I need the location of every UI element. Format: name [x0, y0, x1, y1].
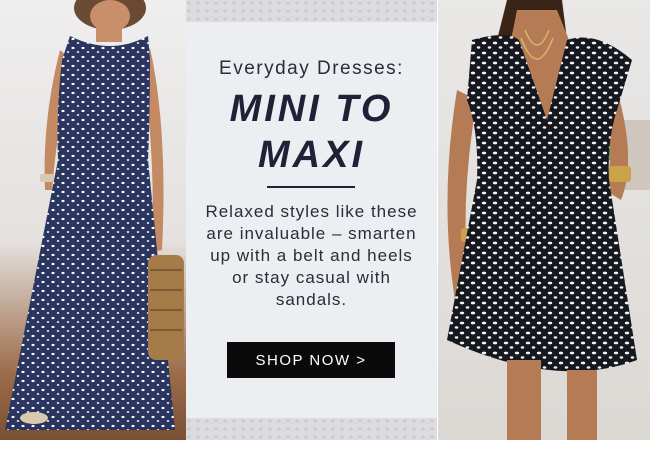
headline-line-1: MINI TO	[229, 88, 394, 130]
panel-edge	[437, 0, 438, 440]
maxi-dress-illustration	[5, 0, 184, 430]
pattern-band-top	[186, 0, 437, 22]
kicker-text: Everyday Dresses:	[219, 58, 404, 79]
left-model-photo[interactable]	[0, 0, 186, 440]
headline: MINI TO MAXI	[186, 86, 437, 178]
pattern-band-bottom	[186, 418, 437, 440]
shop-now-button[interactable]: SHOP NOW >	[227, 342, 395, 378]
mini-dress-illustration	[447, 0, 650, 440]
promo-banner: Everyday Dresses: MINI TO MAXI Relaxed s…	[0, 0, 650, 440]
headline-line-2: MAXI	[258, 134, 365, 176]
body-copy: Relaxed styles like these are invaluable…	[205, 202, 418, 309]
right-model-photo[interactable]	[437, 0, 650, 440]
divider-line	[267, 186, 355, 188]
